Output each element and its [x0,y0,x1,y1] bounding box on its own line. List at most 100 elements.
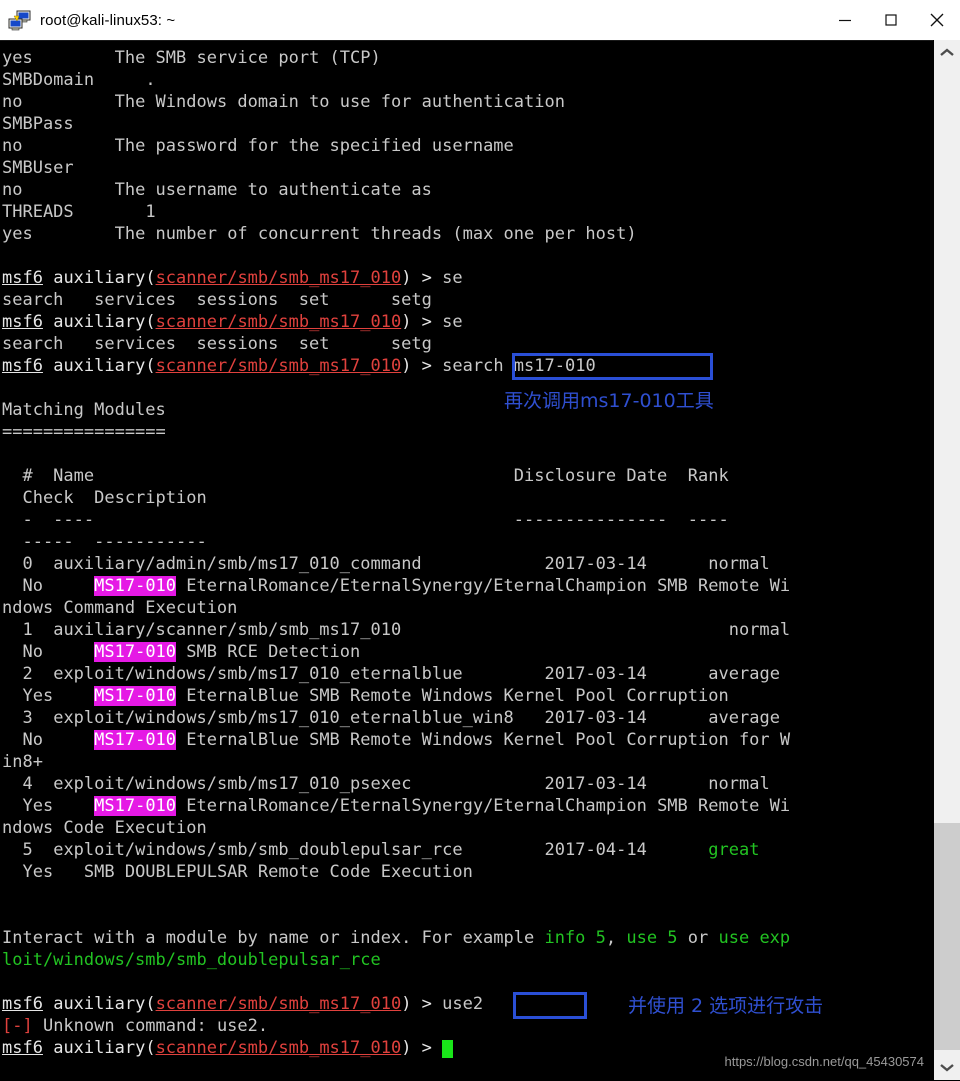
hint-sep-2: or [677,928,719,948]
prompt-tail: ) > [401,268,443,288]
search-command-annotation-text: 再次调用ms17-010工具 [504,390,714,412]
option-value: yes [2,48,33,68]
row-desc-wrap: in8+ [2,752,43,772]
prompt-cmd: auxiliary( [53,356,156,376]
scroll-up-arrow-icon[interactable] [934,40,960,66]
vertical-scrollbar[interactable] [933,40,960,1080]
col-rule-right: --------------- ---- [513,510,729,530]
option-row: SMBDomain . [0,69,934,91]
typed-command: se [442,268,463,288]
option-value: SMBUser [2,158,74,178]
row-highlight: MS17-010 [94,796,177,816]
option-value: yes [2,224,33,244]
option-row: yes The SMB service port (TCP) [0,47,934,69]
col-rule-left: - ---- [2,510,95,530]
prompt-line: msf6 auxiliary(scanner/smb/smb_ms17_010)… [0,267,934,289]
prompt-user: msf6 [2,356,43,376]
terminal-window: root@kali-linux53: ~ yes The SMB service… [0,0,960,1081]
error-prefix: [-] [2,1016,33,1036]
row-check: Yes [2,686,54,706]
row-name: exploit/windows/smb/ms17_010_eternalblue… [53,708,514,728]
option-value: THREADS [2,202,74,222]
table-row-desc: Yes SMB DOUBLEPULSAR Remote Code Executi… [0,861,934,883]
prompt-cmd: auxiliary( [53,994,156,1014]
option-desc: The number of concurrent threads (max on… [114,224,637,244]
matching-modules-underline: ================ [0,421,934,443]
scroll-down-arrow-icon[interactable] [934,1054,960,1080]
close-button[interactable] [914,0,960,40]
row-check: No [2,642,43,662]
prompt-module: scanner/smb/smb_ms17_010 [155,268,402,288]
hint-example-use-path: use exp [718,928,791,948]
table-row: 3 exploit/windows/smb/ms17_010_eternalbl… [0,707,934,729]
row-name: auxiliary/scanner/smb/smb_ms17_010 [53,620,402,640]
option-row: no The username to authenticate as [0,179,934,201]
hint-prefix: Interact with a module by name or index.… [2,928,545,948]
option-value: no [2,92,23,112]
row-highlight: MS17-010 [94,730,177,750]
use2-command-annotation-text: 并使用 2 选项进行攻击 [628,995,824,1017]
prompt-cmd: auxiliary( [53,1038,156,1058]
prompt-module: scanner/smb/smb_ms17_010 [155,312,402,332]
table-rule-row-2: ----- ----------- [0,531,934,553]
row-check: Yes [2,796,54,816]
row-desc: SMB RCE Detection [176,642,361,662]
typed-command: se [442,312,463,332]
row-desc-wrap: ndows Code Execution [2,818,207,838]
row-date: 2017-03-14 [544,664,647,684]
window-title: root@kali-linux53: ~ [40,11,176,29]
prompt-tail: ) > [401,356,443,376]
error-line: [-] Unknown command: use2. [0,1015,934,1037]
prompt-tail: ) > [401,1038,443,1058]
option-row: no The Windows domain to use for authent… [0,91,934,113]
completion-text: search services sessions set setg [2,334,432,354]
table-row-desc: Yes MS17-010 EternalBlue SMB Remote Wind… [0,685,934,707]
row-rank: average [708,664,780,684]
minimize-button[interactable] [822,0,868,40]
completion-line: search services sessions set setg [0,333,934,355]
row-name: exploit/windows/smb/ms17_010_eternalblue [53,664,463,684]
col-header-left: # Name [2,466,95,486]
row-rank: normal [728,620,791,640]
completion-text: search services sessions set setg [2,290,432,310]
title-bar: root@kali-linux53: ~ [0,0,960,41]
table-row-desc-wrap: ndows Code Execution [0,817,934,839]
option-desc: 1 [145,202,156,222]
hint-example-use: use 5 [626,928,678,948]
option-desc: . [145,70,156,90]
row-index: 2 [2,664,33,684]
row-date: 2017-03-14 [544,708,647,728]
hint-example-use-path-wrap: loit/windows/smb/smb_doublepulsar_rce [2,950,381,970]
prompt-line: msf6 auxiliary(scanner/smb/smb_ms17_010)… [0,311,934,333]
maximize-button[interactable] [868,0,914,40]
row-date: 2017-03-14 [544,554,647,574]
option-desc: The password for the specified username [114,136,514,156]
table-row-desc: Yes MS17-010 EternalRomance/EternalSyner… [0,795,934,817]
prompt-cmd: auxiliary( [53,312,156,332]
completion-line: search services sessions set setg [0,289,934,311]
row-rank: normal [708,774,770,794]
table-row: 0 auxiliary/admin/smb/ms17_010_command 2… [0,553,934,575]
row-index: 5 [2,840,33,860]
row-desc: EternalBlue SMB Remote Windows Kernel Po… [176,730,791,750]
terminal-output-area[interactable]: yes The SMB service port (TCP) SMBDomain… [0,40,934,1081]
prompt-tail: ) > [401,994,443,1014]
row-desc-wrap: ndows Command Execution [2,598,238,618]
row-desc: EternalBlue SMB Remote Windows Kernel Po… [176,686,729,706]
table-rule-row: - ---- --------------- ---- [0,509,934,531]
prompt-user: msf6 [2,312,43,332]
row-date: 2017-03-14 [544,774,647,794]
row-check: No [2,730,43,750]
matching-modules-title: Matching Modules [2,400,166,420]
option-row: yes The number of concurrent threads (ma… [0,223,934,245]
scrollbar-thumb[interactable] [934,823,960,1050]
prompt-module: scanner/smb/smb_ms17_010 [155,1038,402,1058]
row-index: 0 [2,554,33,574]
table-row-desc-wrap: in8+ [0,751,934,773]
option-value: no [2,180,23,200]
row-desc: SMB DOUBLEPULSAR Remote Code Execution [53,862,473,882]
